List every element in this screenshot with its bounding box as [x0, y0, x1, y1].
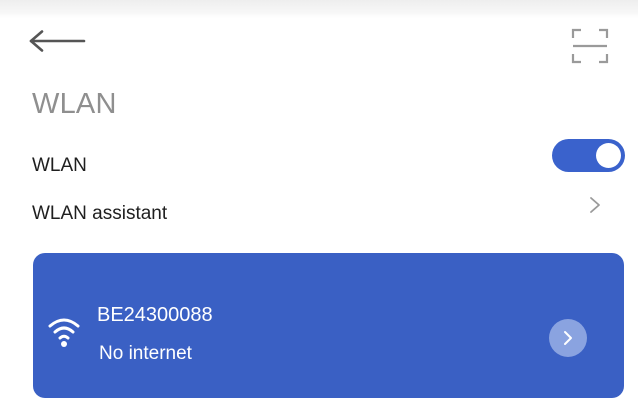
arrow-left-icon: [29, 30, 86, 52]
network-status: No internet: [99, 343, 192, 364]
scan-button[interactable]: [570, 27, 610, 65]
chevron-right-icon: [564, 331, 572, 345]
wlan-toggle[interactable]: [552, 139, 625, 172]
toggle-knob: [596, 143, 621, 168]
wlan-label: WLAN: [32, 155, 87, 176]
wlan-assistant-label: WLAN assistant: [32, 203, 168, 224]
chevron-right-icon: [590, 197, 600, 213]
scan-frame-icon: [571, 28, 609, 64]
network-details-button[interactable]: [549, 319, 587, 357]
network-ssid: BE24300088: [97, 304, 213, 326]
connected-network-card[interactable]: BE24300088 No internet: [33, 253, 624, 398]
back-button[interactable]: [28, 26, 88, 56]
page-title: WLAN: [32, 88, 117, 120]
wifi-icon: [48, 318, 80, 347]
status-bar-area: [0, 0, 638, 18]
